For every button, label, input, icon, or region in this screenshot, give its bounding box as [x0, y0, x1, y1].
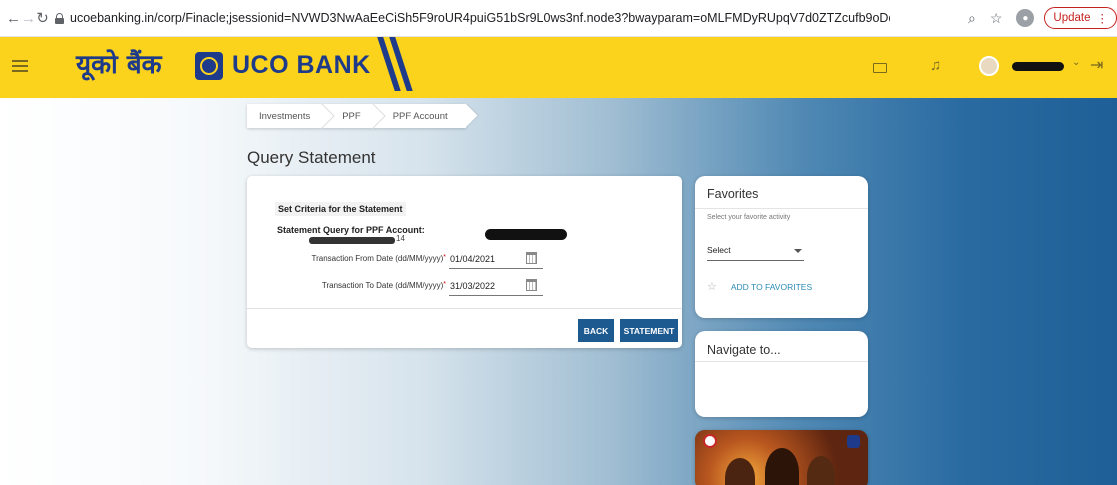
account-number-tail: 14 [396, 234, 405, 243]
favorites-divider [695, 208, 868, 209]
arrow-left-icon[interactable]: ← [6, 7, 21, 29]
promo-emblem-icon [703, 434, 717, 448]
browser-actions: ⌕ ☆ ● [968, 9, 1035, 27]
promo-banner[interactable] [695, 430, 868, 485]
uco-logo-icon [195, 52, 223, 80]
page-title: Query Statement [247, 148, 376, 167]
arrow-right-icon[interactable]: → [21, 7, 36, 29]
mail-icon[interactable] [873, 63, 887, 73]
breadcrumb-item-investments[interactable]: Investments [247, 104, 324, 128]
url-text[interactable]: ucoebanking.in/corp/Finacle;jsessionid=N… [70, 11, 890, 25]
username-redacted[interactable] [1012, 62, 1064, 71]
star-icon: ☆ [707, 281, 717, 293]
chevron-down-icon[interactable]: ⌄ [1072, 57, 1080, 68]
account-number-redacted [309, 237, 395, 244]
favorites-hint: Select your favorite activity [707, 214, 791, 221]
breadcrumb: Investments PPF PPF Account [247, 104, 466, 128]
zoom-icon[interactable]: ⌕ [968, 10, 976, 27]
calendar-icon[interactable] [526, 252, 537, 264]
favorite-activity-select[interactable]: Select [707, 242, 804, 261]
address-bar[interactable]: ucoebanking.in/corp/Finacle;jsessionid=N… [55, 4, 950, 32]
navigate-card: Navigate to... [695, 331, 868, 417]
logout-icon[interactable]: ⇥ [1090, 55, 1103, 75]
navigate-divider [695, 361, 868, 362]
back-button[interactable]: BACK [578, 319, 614, 342]
bank-name: UCO BANK [232, 51, 371, 79]
favorites-title: Favorites [707, 187, 759, 201]
bell-icon[interactable]: ♫ [930, 57, 941, 74]
update-label: Update [1053, 12, 1091, 24]
account-name-redacted [485, 229, 567, 240]
from-date-label: Transaction From Date (dd/MM/yyyy)* [311, 254, 446, 263]
to-date-row: Transaction To Date (dd/MM/yyyy)* [247, 276, 682, 296]
breadcrumb-item-ppf-account: PPF Account [375, 104, 466, 128]
browser-toolbar: ← → ↻ ucoebanking.in/corp/Finacle;jsessi… [0, 0, 1117, 37]
add-to-favorites-link[interactable]: ☆ ADD TO FAVORITES [707, 280, 812, 293]
add-to-favorites-label: ADD TO FAVORITES [730, 281, 813, 292]
bookmark-star-icon[interactable]: ☆ [990, 10, 1003, 27]
statement-button[interactable]: STATEMENT [620, 319, 678, 342]
navigate-title: Navigate to... [707, 343, 781, 357]
hamburger-icon[interactable] [12, 60, 28, 72]
profile-icon[interactable]: ● [1016, 9, 1035, 27]
bank-header: यूको बैंक UCO BANK ♫ ⌄ ⇥ [0, 37, 1117, 98]
favorite-select-value: Select [707, 245, 731, 255]
reload-icon[interactable]: ↻ [36, 7, 49, 29]
from-date-row: Transaction From Date (dd/MM/yyyy)* [247, 249, 682, 269]
more-vert-icon: ⋮ [1096, 13, 1109, 25]
card-divider [247, 308, 682, 309]
favorites-card: Favorites Select your favorite activity … [695, 176, 868, 318]
to-date-label: Transaction To Date (dd/MM/yyyy)* [321, 281, 446, 290]
avatar[interactable] [979, 56, 999, 76]
calendar-icon[interactable] [526, 279, 537, 291]
uco-logo-icon [847, 435, 860, 448]
update-button[interactable]: Update ⋮ [1044, 7, 1117, 29]
lock-icon[interactable] [55, 12, 64, 24]
statement-form-card: Set Criteria for the Statement Statement… [247, 176, 682, 348]
hindi-logo-text: यूको बैंक [76, 50, 162, 80]
criteria-title: Set Criteria for the Statement [275, 202, 406, 216]
dropdown-arrow-icon [794, 249, 802, 253]
